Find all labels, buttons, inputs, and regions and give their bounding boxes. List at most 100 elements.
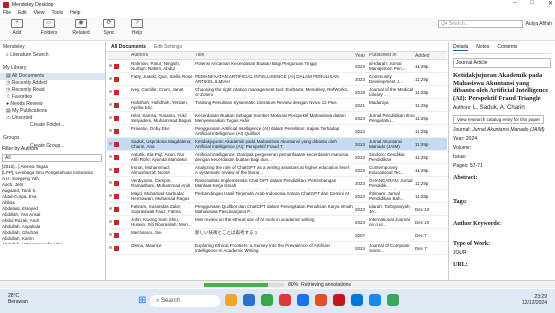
unread-dot-icon[interactable] <box>109 76 112 80</box>
unread-dot-icon[interactable] <box>109 167 112 171</box>
windows-start-icon[interactable]: ⊞ <box>138 295 146 306</box>
pdf-icon[interactable] <box>114 232 119 238</box>
pdf-icon[interactable] <box>114 219 119 225</box>
pdf-icon[interactable] <box>114 154 119 160</box>
col-added[interactable]: Added <box>415 53 439 59</box>
folders-button[interactable]: ▭ Folders <box>34 19 64 36</box>
table-row[interactable]: Prasetio, Doby Eko Penggunaan Artificial … <box>107 125 447 138</box>
unread-dot-icon[interactable] <box>109 63 112 67</box>
pdf-icon[interactable] <box>114 128 119 134</box>
taskbar-search[interactable]: ⌕ Search <box>150 295 220 307</box>
document-type-select[interactable]: Journal Article <box>453 58 551 68</box>
table-row[interactable]: Fatty, Juaski; Que, Stella Rose PEMANFAAT… <box>107 73 447 86</box>
related-button[interactable]: ◉ Related <box>66 19 96 36</box>
tab-details[interactable]: Details <box>453 44 469 51</box>
sidebar-item-unsorted[interactable]: ▭ Unsorted <box>0 115 105 122</box>
type-of-work-value[interactable]: JOUR <box>453 250 551 256</box>
sidebar-item-recently-read[interactable]: ◷ Recently Read <box>0 87 105 94</box>
taskbar-app-icon[interactable] <box>333 294 345 306</box>
maximize-button[interactable]: □ <box>530 0 534 7</box>
create-folder-link[interactable]: Create Folder... <box>0 122 105 129</box>
pdf-icon[interactable] <box>114 167 119 173</box>
document-title[interactable]: Ketidakjujuran Akademik pada Mahasiswa A… <box>453 72 551 102</box>
taskbar-app-icon[interactable] <box>279 294 291 306</box>
pdf-icon[interactable] <box>114 89 119 95</box>
help-button[interactable]: ? Help <box>122 19 152 36</box>
table-row[interactable]: Mechanics, Sei 新しい技術とことば再考する 1 2007 Dec 7 <box>107 229 447 242</box>
menu-tools[interactable]: Tools <box>51 10 63 16</box>
table-row[interactable]: Imran, Muhammad; Almusharraf, Norah Analy… <box>107 164 447 177</box>
edit-settings-button[interactable]: Edit Settings <box>154 44 182 50</box>
pdf-icon[interactable] <box>114 102 119 108</box>
col-authors[interactable]: Authors <box>131 53 195 58</box>
unread-dot-icon[interactable] <box>109 154 112 158</box>
sidebar-item-needs-review[interactable]: ● Needs Review <box>0 101 105 108</box>
sidebar-item-favorites[interactable]: ☆ Favorites <box>0 94 105 101</box>
sidebar-item-literature-search[interactable]: ⌕ Literature Search <box>0 52 105 59</box>
col-title[interactable]: Title <box>195 53 355 58</box>
col-published-in[interactable]: Published In <box>369 53 415 58</box>
sync-button[interactable]: ⟳ Sync <box>94 19 124 36</box>
taskbar-app-icon[interactable] <box>387 294 399 306</box>
add-button[interactable]: + Add <box>2 19 32 36</box>
table-row[interactable]: Saduk, Uspridona Magdalena; Charin, Ana K… <box>107 138 447 151</box>
unread-dot-icon[interactable] <box>109 232 112 236</box>
table-row[interactable]: Olena, Maurice Exploring Ethical Frontier… <box>107 242 447 255</box>
user-name[interactable]: Aulya Afifah <box>526 21 552 27</box>
unread-dot-icon[interactable] <box>109 115 112 119</box>
table-row[interactable]: Hilal, Samsu; Yusanto, Yuki; Setyadeni, … <box>107 112 447 125</box>
pdf-icon[interactable] <box>114 206 119 212</box>
pdf-icon[interactable] <box>114 115 119 121</box>
table-row[interactable]: Ivey, Camille; Crum, Janet Choosing the r… <box>107 86 447 99</box>
pdf-icon[interactable] <box>114 245 119 251</box>
pdf-icon[interactable] <box>114 76 119 82</box>
sidebar-item-all-documents[interactable]: ▤ All Documents <box>0 73 105 80</box>
unread-dot-icon[interactable] <box>109 245 112 249</box>
pdf-icon[interactable] <box>114 63 119 69</box>
search-input[interactable]: Q▾ Search... <box>438 20 523 28</box>
year-row[interactable]: Year: 2024 <box>453 136 551 142</box>
volume-row[interactable]: Volume: <box>453 145 551 151</box>
sidebar-item-recently-added[interactable]: ◷ Recently Added <box>0 80 105 87</box>
tab-notes[interactable]: Notes <box>476 44 489 51</box>
table-row[interactable]: Fatiram, Susandas Zakir; Supraiswati Fau… <box>107 203 447 216</box>
taskbar-app-icon[interactable] <box>297 294 309 306</box>
pdf-icon[interactable] <box>114 141 119 147</box>
menu-view[interactable]: View <box>34 10 45 16</box>
table-row[interactable]: Verdiyanto, Campin; Ramadhani, Muhammad … <box>107 177 447 190</box>
col-year[interactable]: Year <box>355 53 369 59</box>
taskbar-app-icon[interactable] <box>243 294 255 306</box>
unread-dot-icon[interactable] <box>109 102 112 106</box>
menu-file[interactable]: File <box>3 10 11 16</box>
unread-dot-icon[interactable] <box>109 219 112 223</box>
pages-row[interactable]: Pages: 57-71 <box>453 163 551 169</box>
table-row[interactable]: Majid, Muhamad Nurhuda; Hermawan, Muhama… <box>107 190 447 203</box>
pdf-icon[interactable] <box>114 193 119 199</box>
taskbar-app-icon[interactable] <box>351 294 363 306</box>
unread-dot-icon[interactable] <box>109 141 112 145</box>
journal-row[interactable]: Journal: Jurnal Akuntansi Manado (JAIM) <box>453 127 551 133</box>
unread-dot-icon[interactable] <box>109 89 112 93</box>
author-filter-item[interactable]: Abdullah, Vahr Nasrvudin Vlari <box>2 242 102 244</box>
weather-widget[interactable]: 28°C Berawan <box>8 293 28 305</box>
menu-help[interactable]: Help <box>70 10 80 16</box>
table-row[interactable]: John, Kwong Sam Shiu; Husein, Siti Noora… <box>107 216 447 229</box>
system-tray[interactable]: 23:29 12/12/2024 <box>522 294 547 306</box>
taskbar-app-icon[interactable] <box>261 294 273 306</box>
close-button[interactable]: ✕ <box>548 0 553 7</box>
table-row[interactable]: Hafidhah, Hafidhah; Yenlam, Aprilia Eric… <box>107 99 447 112</box>
sidebar-item-my-publications[interactable]: ▤ My Publications <box>0 108 105 115</box>
unread-dot-icon[interactable] <box>109 128 112 132</box>
authors-row[interactable]: Authors: L. Saduk, A. Charin <box>453 105 551 111</box>
table-row[interactable]: Astutik, Ela Puji; Asun, Nur Afifi Rizki… <box>107 151 447 164</box>
filter-authors-select[interactable]: All <box>2 154 102 162</box>
pdf-icon[interactable] <box>114 180 119 186</box>
taskbar-app-icon[interactable] <box>315 294 327 306</box>
unread-dot-icon[interactable] <box>109 206 112 210</box>
taskbar-app-icon[interactable] <box>369 294 381 306</box>
issue-row[interactable]: Issue: <box>453 154 551 160</box>
table-row[interactable]: Rahman, Patur; Ningsih, Nurfajri; Rahim,… <box>107 60 447 73</box>
unread-dot-icon[interactable] <box>109 180 112 184</box>
unread-dot-icon[interactable] <box>109 193 112 197</box>
menu-edit[interactable]: Edit <box>18 10 27 16</box>
